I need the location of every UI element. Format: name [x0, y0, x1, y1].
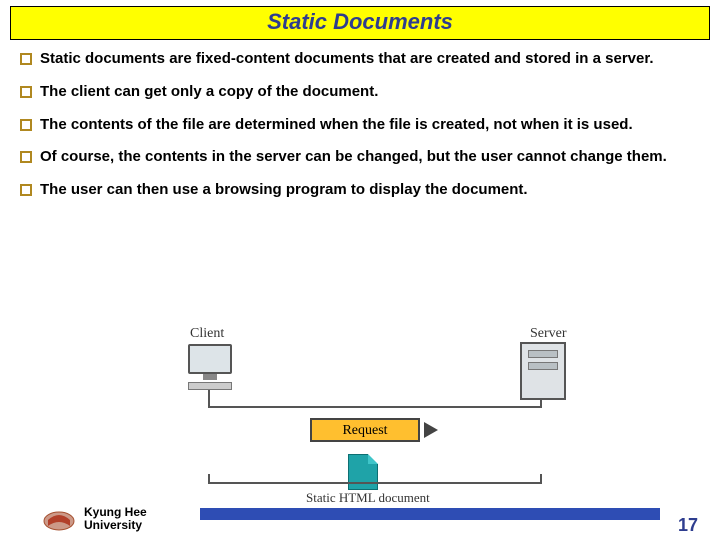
- client-computer-icon: [180, 344, 240, 390]
- connector-line: [210, 482, 540, 484]
- university-name: Kyung Hee University: [84, 506, 147, 532]
- connector-line: [210, 406, 540, 408]
- bullet-marker-icon: [20, 151, 32, 163]
- university-line2: University: [84, 518, 142, 532]
- bullet-marker-icon: [20, 86, 32, 98]
- request-label-box: Request: [310, 418, 420, 442]
- bullet-marker-icon: [20, 119, 32, 131]
- bullet-text: The contents of the file are determined …: [40, 116, 633, 135]
- slide-title: Static Documents: [11, 9, 709, 35]
- arrow-right-icon: [424, 422, 438, 438]
- connector-line: [540, 474, 542, 484]
- university-logo-icon: [42, 506, 76, 532]
- bullet-text: The client can get only a copy of the do…: [40, 83, 378, 102]
- footer-accent-bar: [200, 508, 660, 520]
- list-item: Static documents are fixed-content docum…: [20, 50, 700, 69]
- page-number: 17: [678, 515, 698, 536]
- title-bar: Static Documents: [10, 6, 710, 40]
- bullet-marker-icon: [20, 184, 32, 196]
- diagram: Client Server Request Static HTML docume…: [160, 326, 600, 496]
- list-item: The user can then use a browsing program…: [20, 181, 700, 200]
- document-icon: [348, 454, 378, 490]
- bullet-list: Static documents are fixed-content docum…: [0, 40, 720, 200]
- list-item: The client can get only a copy of the do…: [20, 83, 700, 102]
- list-item: Of course, the contents in the server ca…: [20, 148, 700, 167]
- client-label: Client: [190, 326, 224, 342]
- footer: Kyung Hee University 17: [0, 500, 720, 536]
- bullet-text: Of course, the contents in the server ca…: [40, 148, 667, 167]
- server-label: Server: [530, 326, 567, 342]
- bullet-text: The user can then use a browsing program…: [40, 181, 528, 200]
- list-item: The contents of the file are determined …: [20, 116, 700, 135]
- university-line1: Kyung Hee: [84, 505, 147, 519]
- server-rack-icon: [520, 342, 566, 400]
- connector-line: [540, 400, 542, 408]
- bullet-text: Static documents are fixed-content docum…: [40, 50, 654, 69]
- bullet-marker-icon: [20, 53, 32, 65]
